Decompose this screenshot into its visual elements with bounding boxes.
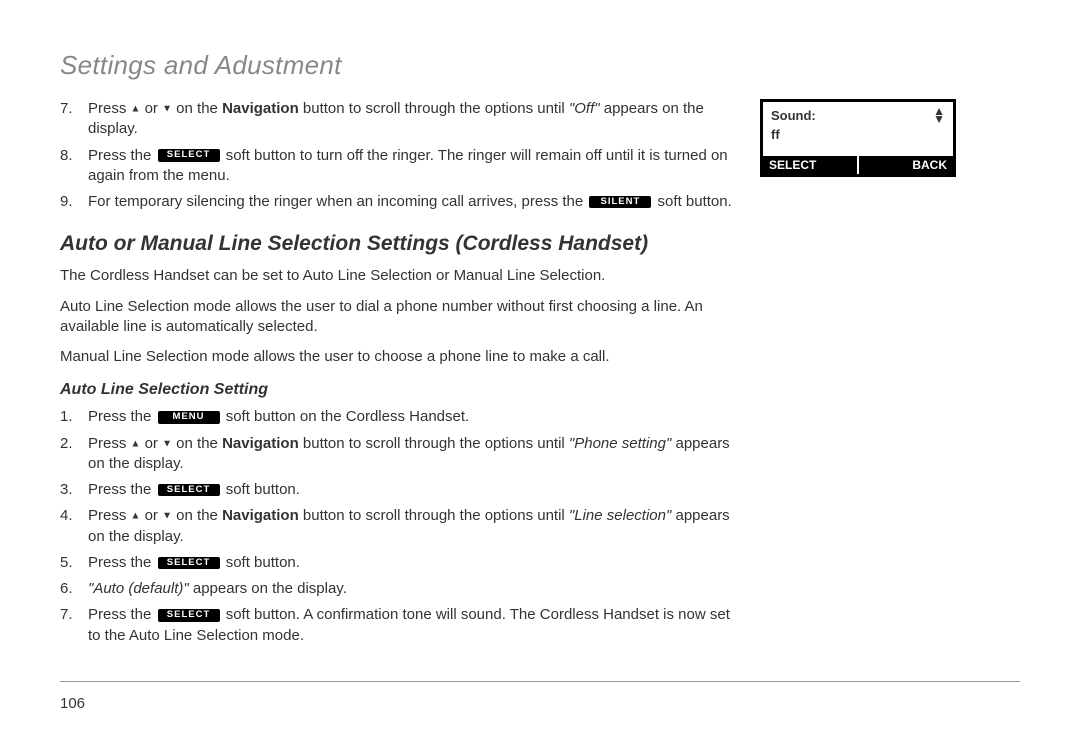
handset-screen-illustration: Sound: ▲▼ ff SELECT BACK	[760, 99, 956, 177]
select-soft-button: SELECT	[158, 149, 220, 161]
page-number: 106	[60, 695, 85, 712]
screen-softkey-left: SELECT	[763, 156, 857, 174]
screen-value: ff	[763, 127, 953, 156]
up-arrow-icon: ▲	[131, 511, 141, 522]
menu-soft-button: MENU	[158, 411, 220, 423]
select-soft-button: SELECT	[158, 557, 220, 569]
silent-soft-button: SILENT	[589, 196, 651, 208]
screen-label: Sound:	[771, 108, 816, 123]
lstep-2: Press ▲ or ▼ on the Navigation button to…	[60, 434, 740, 475]
up-arrow-icon: ▲	[131, 438, 141, 449]
updown-icon: ▲▼	[933, 108, 945, 122]
para-1: The Cordless Handset can be set to Auto …	[60, 266, 740, 286]
upper-steps-list: Press ▲ or ▼ on the Navigation button to…	[60, 99, 740, 212]
down-arrow-icon: ▼	[162, 511, 172, 522]
select-soft-button: SELECT	[158, 484, 220, 496]
off-quote: "Off"	[569, 100, 600, 117]
navigation-word: Navigation	[222, 435, 299, 452]
down-arrow-icon: ▼	[162, 438, 172, 449]
screen-softkey-right: BACK	[857, 156, 953, 174]
step-9: For temporary silencing the ringer when …	[60, 192, 740, 212]
content-wrap: Press ▲ or ▼ on the Navigation button to…	[60, 99, 1020, 652]
line-selection-quote: "Line selection"	[569, 507, 671, 524]
lstep-7: Press the SELECT soft button. A confirma…	[60, 605, 740, 646]
navigation-word: Navigation	[222, 507, 299, 524]
lstep-6: "Auto (default)" appears on the display.	[60, 579, 740, 599]
text-column: Press ▲ or ▼ on the Navigation button to…	[60, 99, 740, 652]
down-arrow-icon: ▼	[162, 103, 172, 114]
step-8: Press the SELECT soft button to turn off…	[60, 146, 740, 187]
subheading-auto-line: Auto Line Selection Setting	[60, 381, 740, 399]
lstep-1: Press the MENU soft button on the Cordle…	[60, 407, 740, 427]
step-7: Press ▲ or ▼ on the Navigation button to…	[60, 99, 740, 140]
auto-default-quote: "Auto (default)"	[88, 580, 189, 597]
lstep-3: Press the SELECT soft button.	[60, 480, 740, 500]
screen-softkey-row: SELECT BACK	[763, 156, 953, 174]
section-title: Settings and Adustment	[60, 50, 1020, 81]
select-soft-button: SELECT	[158, 609, 220, 621]
navigation-word: Navigation	[222, 100, 299, 117]
phone-setting-quote: "Phone setting"	[569, 435, 671, 452]
manual-page: Settings and Adustment Press ▲ or ▼ on t…	[0, 0, 1080, 742]
lstep-4: Press ▲ or ▼ on the Navigation button to…	[60, 506, 740, 547]
para-2: Auto Line Selection mode allows the user…	[60, 297, 740, 338]
up-arrow-icon: ▲	[131, 103, 141, 114]
subheading-auto-manual: Auto or Manual Line Selection Settings (…	[60, 232, 740, 256]
screen-top-row: Sound: ▲▼	[763, 102, 953, 127]
lower-steps-list: Press the MENU soft button on the Cordle…	[60, 407, 740, 646]
lstep-5: Press the SELECT soft button.	[60, 553, 740, 573]
footer-rule	[60, 681, 1020, 682]
para-3: Manual Line Selection mode allows the us…	[60, 347, 740, 367]
